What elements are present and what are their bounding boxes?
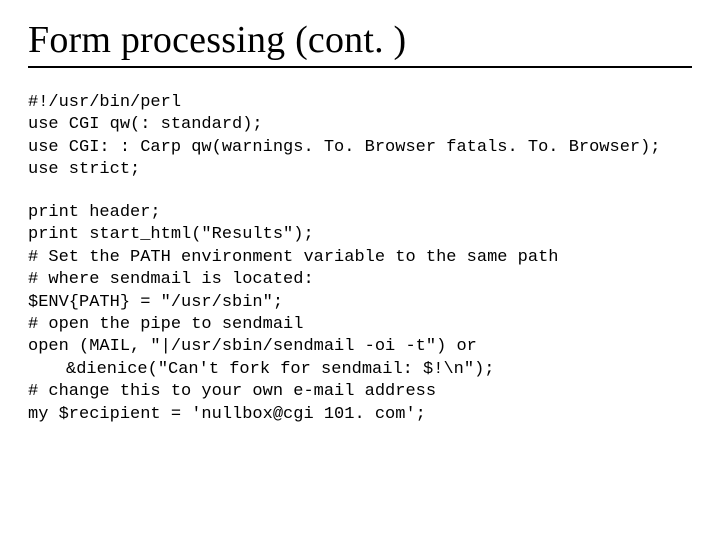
code-line-indented: &dienice("Can't fork for sendmail: $!\n"…: [28, 359, 494, 381]
code-line: # open the pipe to sendmail: [28, 315, 303, 334]
code-line: # where sendmail is located:: [28, 270, 314, 289]
slide: Form processing (cont. ) #!/usr/bin/perl…: [0, 0, 720, 540]
code-line: $ENV{PATH} = "/usr/sbin";: [28, 293, 283, 312]
code-line: my $recipient = 'nullbox@cgi 101. com';: [28, 405, 426, 424]
code-line: # change this to your own e-mail address: [28, 382, 436, 401]
title-divider: [28, 66, 692, 68]
code-line: print header;: [28, 203, 161, 222]
code-line: open (MAIL, "|/usr/sbin/sendmail -oi -t"…: [28, 337, 477, 356]
code-line: use strict;: [28, 160, 140, 179]
code-block-2: print header; print start_html("Results"…: [28, 202, 692, 426]
code-line: use CGI: : Carp qw(warnings. To. Browser…: [28, 138, 661, 157]
page-title: Form processing (cont. ): [28, 18, 692, 62]
code-line: use CGI qw(: standard);: [28, 115, 263, 134]
code-line: print start_html("Results");: [28, 225, 314, 244]
code-line: # Set the PATH environment variable to t…: [28, 248, 559, 267]
code-line: #!/usr/bin/perl: [28, 93, 181, 112]
code-block-1: #!/usr/bin/perl use CGI qw(: standard); …: [28, 92, 692, 182]
